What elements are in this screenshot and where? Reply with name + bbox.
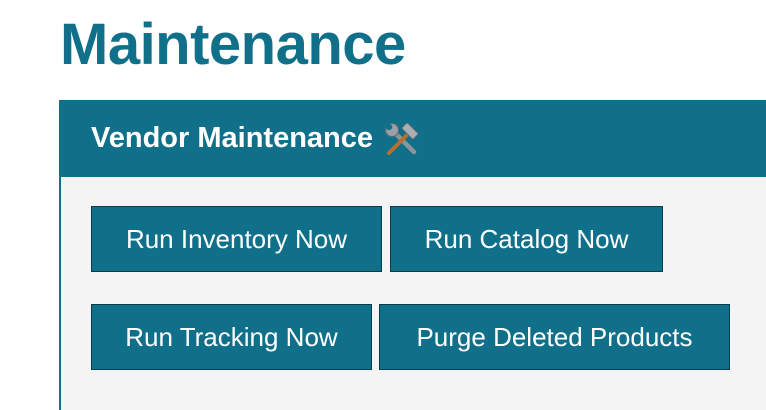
vendor-maintenance-header: Vendor Maintenance (61, 100, 766, 177)
run-catalog-now-button[interactable]: Run Catalog Now (390, 206, 663, 272)
hammer-and-wrench-icon (383, 120, 421, 158)
vendor-maintenance-title: Vendor Maintenance (91, 122, 374, 154)
purge-deleted-products-button[interactable]: Purge Deleted Products (379, 304, 730, 370)
run-tracking-now-button[interactable]: Run Tracking Now (91, 304, 372, 370)
page-title: Maintenance (60, 12, 406, 77)
run-inventory-now-button[interactable]: Run Inventory Now (91, 206, 382, 272)
